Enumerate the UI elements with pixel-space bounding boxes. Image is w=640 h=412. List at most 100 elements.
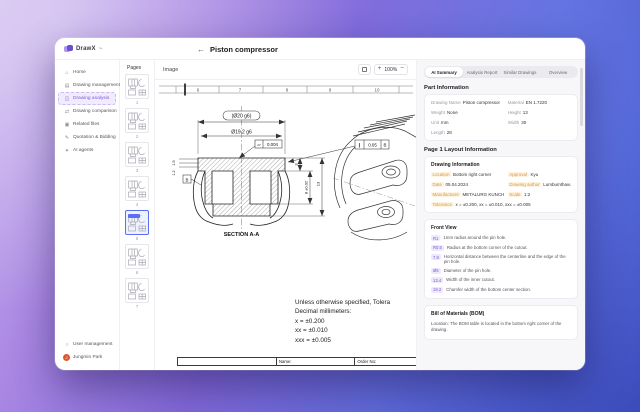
analysis-panel: AI Summary Analysis Report Similar Drawi…: [417, 60, 585, 370]
dim-3: 3: [294, 163, 299, 166]
app-name: DrawX: [76, 45, 96, 52]
sidebar-item-label: Related files: [73, 122, 100, 127]
page-thumbnail[interactable]: 4: [125, 176, 149, 209]
front-view-item: 13.4 Width of the inner cutout.: [431, 277, 495, 283]
part-info-field: Length 28: [431, 130, 452, 135]
flatness-tolerance-frame: ▱ 0.004: [238, 139, 283, 159]
front-view-item: 7.8 Horizontal distance between the cente…: [431, 254, 566, 264]
page-number: 3: [135, 168, 139, 173]
tab-similar-drawings[interactable]: Similar Drawings: [501, 67, 539, 77]
page-thumbnail[interactable]: 2: [125, 108, 149, 141]
part-info-field: Width 30: [507, 120, 527, 125]
dim-groove-1: 1.5: [172, 160, 176, 165]
drawing-info-field: Location Bottom right corner: [431, 172, 492, 177]
part-info-field: Drawing Name Piston compressor: [431, 100, 501, 105]
back-arrow-icon[interactable]: ←: [197, 45, 205, 54]
dimension-badge: R0.5: [431, 244, 444, 251]
note-line: x = ±0.200: [295, 317, 325, 325]
thumbnail-art: [126, 76, 148, 98]
page-thumbnail[interactable]: 3: [125, 142, 149, 175]
piston-section-view: [179, 106, 291, 232]
trademark-mark: ™: [98, 46, 103, 51]
ruler-number: 9: [329, 87, 332, 92]
front-view-heading: Front View: [431, 225, 457, 231]
drawing-info-field: Scale 1:2: [507, 192, 531, 197]
note-line: Decimal millimeters:: [295, 308, 352, 316]
user-name: Jungmin Park: [73, 355, 103, 360]
selection-highlight: [128, 214, 140, 218]
user-profile[interactable]: J Jungmin Park: [58, 351, 116, 364]
sidebar-item-quotation-bidding[interactable]: ✎ Quotation & Bidding: [58, 131, 116, 144]
quote-icon: ✎: [64, 134, 70, 141]
sidebar-item-label: Drawing comparison: [73, 109, 117, 114]
dimension-badge: 13.4: [431, 277, 444, 283]
title-block-name-cell: Name:: [277, 358, 356, 365]
pages-header: Pages: [127, 65, 142, 71]
app-logo[interactable]: DrawX ™: [55, 44, 120, 53]
sidebar-item-home[interactable]: ⌂ Home: [58, 66, 116, 79]
part-info-field: Weight None: [431, 110, 458, 115]
page-thumbnail-selected[interactable]: 5: [125, 210, 149, 243]
note-line: Unless otherwise specified, Tolera: [295, 299, 391, 306]
svg-text:0.05: 0.05: [368, 143, 377, 148]
svg-text:B: B: [186, 177, 189, 182]
canvas-toolbar: Image + 100% −: [155, 60, 416, 80]
zoom-out-button[interactable]: −: [400, 66, 404, 73]
drawing-info-field: Approval Kyu: [507, 172, 539, 177]
tolerance-notes: Unless otherwise specified, Tolera Decim…: [295, 298, 390, 345]
front-view-item: Ø6 Diameter of the pin hole.: [431, 267, 492, 274]
fit-view-icon: [361, 67, 367, 72]
thumbnail-art: [126, 246, 148, 268]
dimension-badge: Ø6: [431, 267, 441, 274]
drawing-info-field: Manufacturer METALURG KUNCHL: [431, 192, 504, 197]
dim-groove-2: 1.2: [172, 170, 176, 175]
sidebar-item-related-files[interactable]: ▣ Related files: [58, 118, 116, 131]
sidebar-item-drawing-analysis[interactable]: ◫ Drawing analysis: [58, 92, 116, 105]
dimension-badge: 19.2: [431, 286, 444, 293]
section-label: SECTION A-A: [224, 232, 260, 238]
note-line: xxx = ±0.005: [295, 336, 331, 344]
front-view-item: R1 1mm radius around the pin hole.: [431, 235, 507, 241]
pages-panel: Pages 1 2 3 4 5 6 7: [120, 60, 155, 370]
sidebar-item-ai-agents[interactable]: ✦ AI agents: [58, 144, 116, 157]
analysis-icon: ◫: [64, 95, 70, 102]
page-thumbnail[interactable]: 6: [125, 244, 149, 277]
dimension-badge: R1: [431, 235, 441, 241]
sidebar-item-label: Quotation & Bidding: [73, 135, 116, 140]
page-number: 4: [135, 202, 139, 207]
zoom-in-button[interactable]: +: [378, 66, 382, 73]
tab-ai-summary[interactable]: AI Summary: [425, 67, 463, 77]
sidebar-item-label: User management: [73, 342, 113, 347]
thumbnail-art: [126, 280, 148, 302]
canvas-mode-label: Image: [163, 66, 179, 73]
drawing-information-heading: Drawing Information: [431, 162, 480, 168]
sidebar-item-label: AI agents: [73, 148, 94, 153]
sidebar-item-drawing-comparison[interactable]: ⇄ Drawing comparison: [58, 105, 117, 118]
tab-overview[interactable]: Overview: [539, 67, 577, 77]
dimension-badge: 7.8: [431, 254, 441, 260]
sidebar-item-drawing-management[interactable]: ▤ Drawing management: [58, 79, 120, 92]
drawing-canvas[interactable]: 6 7 8 9 10 (Ø20 g6) Ø19.2 g6 ▱ 0.004 ∥ 0…: [155, 80, 416, 370]
title-block-order-cell: Order No:: [357, 359, 377, 364]
svg-text:B: B: [384, 143, 387, 148]
svg-text:0.004: 0.004: [267, 142, 279, 147]
fit-view-button[interactable]: [357, 64, 371, 75]
dim-8: 8 ±0.02: [304, 180, 309, 194]
sidebar-item-label: Drawing management: [73, 83, 120, 88]
drawing-information-card: Drawing Information Location Bottom right…: [424, 156, 578, 213]
compare-icon: ⇄: [64, 108, 70, 115]
part-info-field: Unit mm: [431, 120, 449, 125]
sidebar-item-label: Drawing analysis: [73, 96, 110, 101]
page-thumbnail[interactable]: 1: [125, 74, 149, 107]
tab-analysis-report[interactable]: Analysis Report: [463, 67, 501, 77]
panel-scrollbar[interactable]: [580, 68, 583, 126]
sidebar-item-user-management[interactable]: ○ User management: [58, 338, 116, 351]
ai-icon: ✦: [64, 147, 70, 154]
page-thumbnail[interactable]: 7: [125, 278, 149, 311]
drawing-info-field: Tolerance x = ±0.200, xx = ±0.010, xxx = …: [431, 202, 531, 207]
isometric-view: [332, 114, 416, 241]
part-information-title: Part Information: [424, 85, 469, 91]
thumbnail-art: [126, 178, 148, 200]
layout-information-title: Page 1 Layout Information: [424, 147, 497, 153]
front-view-card: Front View R1 1mm radius around the pin h…: [424, 219, 578, 299]
